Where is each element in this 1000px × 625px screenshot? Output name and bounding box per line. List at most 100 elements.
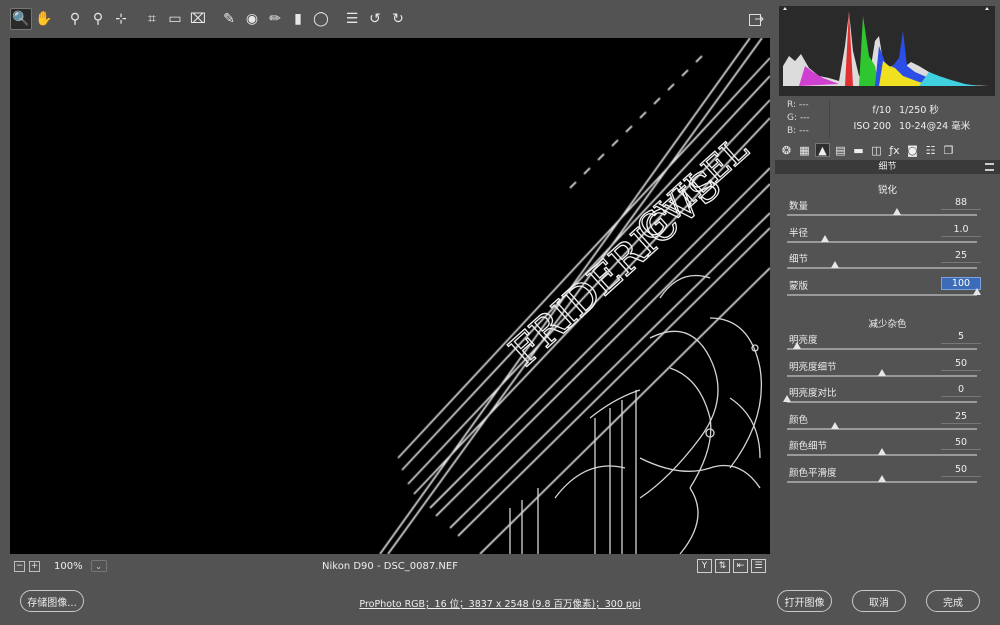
slider-track[interactable] bbox=[787, 261, 977, 269]
view-button-3[interactable]: ☰ bbox=[751, 559, 766, 573]
iso: ISO 200 bbox=[853, 121, 891, 132]
tone-curve-icon[interactable]: ▦ bbox=[797, 143, 812, 157]
radial-filter-icon[interactable]: ◯ bbox=[310, 8, 332, 30]
slider-track[interactable] bbox=[787, 208, 977, 216]
panel-menu-icon[interactable] bbox=[985, 163, 994, 171]
slider-thumb[interactable] bbox=[973, 287, 981, 295]
slider-thumb[interactable] bbox=[878, 474, 886, 482]
target-adjust-icon[interactable]: ⊹ bbox=[110, 8, 132, 30]
zoom-in-button[interactable]: + bbox=[29, 560, 40, 572]
toolbar: 🔍 ✋ ⚲ ⚲ ⊹ ⌗ ▭ ⌧ ✎ ◉ ✏ ▮ ◯ ☰ ↺ ↻ bbox=[0, 0, 770, 38]
color-sampler-icon[interactable]: ⚲ bbox=[87, 8, 109, 30]
right-panel: R: --- G: --- B: --- f/10 1/250 秒 ISO 200… bbox=[775, 0, 1000, 578]
workflow-options-link[interactable]: ProPhoto RGB；16 位；3837 x 2548 (9.8 百万像素)… bbox=[359, 599, 640, 610]
camera-calibration-icon[interactable]: ◙ bbox=[905, 143, 920, 157]
slider-row: 数量 88 bbox=[785, 197, 981, 224]
slider-value-field[interactable]: 0 bbox=[941, 384, 981, 397]
done-button[interactable]: 完成 bbox=[926, 590, 980, 612]
slider-row: 颜色平滑度 50 bbox=[785, 464, 981, 491]
slider-label: 数量 bbox=[789, 201, 809, 212]
sharpen-heading: 锐化 bbox=[877, 185, 897, 196]
graduated-filter-icon[interactable]: ▮ bbox=[287, 8, 309, 30]
slider-track[interactable] bbox=[787, 421, 977, 430]
view-button-2[interactable]: ⇤ bbox=[733, 559, 748, 573]
slider-track[interactable] bbox=[787, 234, 977, 243]
open-image-button[interactable]: 打开图像 bbox=[777, 590, 832, 612]
crop-icon[interactable]: ⌗ bbox=[141, 8, 163, 30]
slider-value-field[interactable]: 1.0 bbox=[941, 224, 981, 237]
slider-thumb[interactable] bbox=[830, 421, 839, 429]
view-button-0[interactable]: Y bbox=[697, 559, 712, 573]
slider-track[interactable] bbox=[787, 342, 977, 350]
basic-panel-icon[interactable]: ❂ bbox=[779, 143, 794, 157]
zoom-icon[interactable]: 🔍 bbox=[10, 8, 32, 30]
slider-thumb[interactable] bbox=[821, 234, 829, 242]
green-value: G: --- bbox=[787, 113, 810, 123]
zoom-out-button[interactable]: − bbox=[14, 560, 25, 572]
slider-track[interactable] bbox=[783, 395, 977, 403]
split-toning-icon[interactable]: ▬ bbox=[851, 143, 866, 157]
detail-panel-icon[interactable]: ▲ bbox=[815, 143, 830, 157]
preferences-icon[interactable]: ☰ bbox=[341, 8, 363, 30]
slider-thumb[interactable] bbox=[830, 261, 839, 268]
slider-label: 明亮度对比 bbox=[789, 388, 837, 399]
straighten-icon[interactable]: ▭ bbox=[164, 8, 186, 30]
adjustment-brush-icon[interactable]: ✏ bbox=[264, 8, 286, 30]
slider-value-field[interactable]: 25 bbox=[941, 250, 981, 263]
view-buttons: Y ⇅ ⇤ ☰ bbox=[697, 559, 766, 573]
aperture: f/10 bbox=[872, 105, 891, 116]
histogram bbox=[779, 6, 995, 96]
effects-icon[interactable]: ƒx bbox=[887, 143, 902, 157]
view-button-1[interactable]: ⇅ bbox=[715, 559, 730, 573]
slider-label: 细节 bbox=[789, 254, 809, 265]
slider-row: 明亮度细节 50 bbox=[785, 358, 981, 385]
slider-track[interactable] bbox=[787, 368, 977, 377]
slider-track[interactable] bbox=[787, 474, 977, 483]
cancel-button[interactable]: 取消 bbox=[852, 590, 906, 612]
rotate-left-icon[interactable]: ↺ bbox=[364, 8, 386, 30]
red-value: R: --- bbox=[787, 100, 809, 110]
slider-row: 半径 1.0 bbox=[785, 224, 981, 251]
slider-label: 蒙版 bbox=[789, 280, 809, 292]
noise-heading: 减少杂色 bbox=[868, 319, 907, 330]
presets-icon[interactable]: ☷ bbox=[923, 143, 938, 157]
save-image-button[interactable]: 存储图像... bbox=[20, 590, 84, 612]
zoom-dropdown[interactable]: ⌄ bbox=[90, 560, 107, 572]
slider-track[interactable] bbox=[787, 287, 981, 296]
slider-thumb[interactable] bbox=[893, 208, 902, 215]
slider-label: 明亮度细节 bbox=[789, 361, 837, 373]
slider-value-field[interactable]: 50 bbox=[941, 464, 981, 477]
slider-thumb[interactable] bbox=[783, 395, 791, 402]
slider-label: 半径 bbox=[789, 227, 809, 239]
slider-row: 明亮度对比 0 bbox=[783, 384, 981, 411]
slider-value-field[interactable]: 88 bbox=[941, 197, 981, 210]
hsl-panel-icon[interactable]: ▤ bbox=[833, 143, 848, 157]
panel-title: 细节 bbox=[775, 160, 1000, 174]
slider-row: 明亮度 5 bbox=[785, 331, 981, 358]
status-bar: − + 100% ⌄ Nikon D90 - DSC_0087.NEF Y ⇅ ⇤ ☰ bbox=[10, 556, 770, 576]
slider-value-field[interactable]: 50 bbox=[941, 358, 981, 371]
image-canvas[interactable]: FRIDERICVS GVILEL bbox=[10, 38, 770, 554]
slider-value-field[interactable]: 5 bbox=[941, 331, 981, 344]
rotate-right-icon[interactable]: ↻ bbox=[387, 8, 409, 30]
slider-thumb[interactable] bbox=[878, 368, 886, 376]
spot-removal-icon[interactable]: ✎ bbox=[218, 8, 240, 30]
slider-row: 蒙版 100 bbox=[785, 276, 981, 304]
info-panel: R: --- G: --- B: --- f/10 1/250 秒 ISO 200… bbox=[779, 97, 995, 141]
slider-thumb[interactable] bbox=[792, 342, 801, 349]
lens-corrections-icon[interactable]: ◫ bbox=[869, 143, 884, 157]
slider-label: 颜色细节 bbox=[789, 441, 828, 452]
hand-icon[interactable]: ✋ bbox=[33, 8, 55, 30]
red-eye-icon[interactable]: ◉ bbox=[241, 8, 263, 30]
slider-thumb[interactable] bbox=[878, 448, 886, 455]
bottom-bar: 存储图像... ProPhoto RGB；16 位；3837 x 2548 (9… bbox=[0, 578, 1000, 625]
slider-track[interactable] bbox=[787, 448, 977, 456]
snapshots-icon[interactable]: ❐ bbox=[941, 143, 956, 157]
file-name: Nikon D90 - DSC_0087.NEF bbox=[322, 560, 458, 572]
slider-value-field[interactable]: 25 bbox=[941, 411, 981, 424]
panel-tabs: ❂ ▦ ▲ ▤ ▬ ◫ ƒx ◙ ☷ ❐ bbox=[777, 142, 997, 158]
white-balance-icon[interactable]: ⚲ bbox=[64, 8, 86, 30]
transform-icon[interactable]: ⌧ bbox=[187, 8, 209, 30]
export-icon[interactable] bbox=[748, 11, 766, 29]
slider-value-field[interactable]: 50 bbox=[941, 437, 981, 450]
